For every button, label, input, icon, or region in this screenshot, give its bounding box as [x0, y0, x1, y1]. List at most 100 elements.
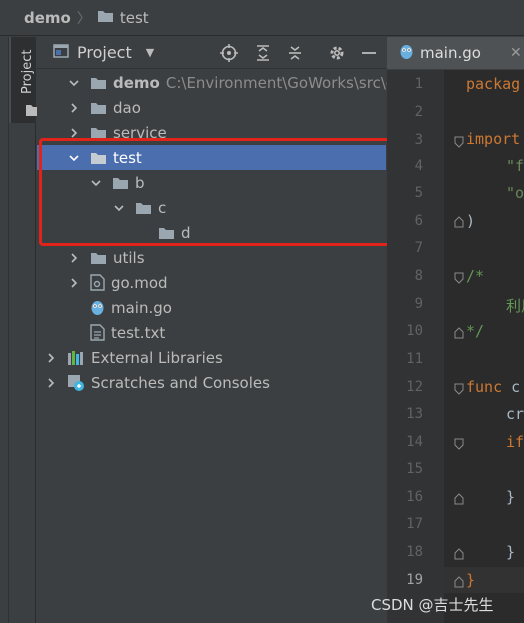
tree-item-scratches[interactable]: Scratches and Consoles [37, 370, 386, 395]
tree-root-demo[interactable]: demo C:\Environment\GoWorks\src\demo [37, 70, 428, 95]
fold-open-icon[interactable] [454, 133, 464, 152]
gear-icon[interactable] [327, 43, 347, 63]
code-line: } [466, 571, 476, 589]
locate-icon[interactable] [219, 43, 239, 63]
code-line: import [466, 130, 521, 148]
tree-item-label: External Libraries [91, 348, 223, 367]
line-number: 12 [406, 379, 423, 395]
tree-item-label: main.go [111, 298, 172, 317]
fold-close-icon[interactable] [454, 545, 464, 564]
chevron-right-icon[interactable] [68, 252, 80, 264]
fold-close-icon[interactable] [454, 324, 464, 343]
gopher-file-icon [90, 299, 105, 316]
library-icon [67, 350, 85, 366]
code-line: func c [466, 378, 520, 396]
chevron-down-icon[interactable] [90, 177, 102, 189]
tree-item-label: c [158, 198, 167, 217]
tree-item-c[interactable]: c [37, 195, 386, 220]
stripe-edge [0, 37, 9, 623]
watermark: CSDN @吉士先生 [371, 596, 494, 614]
line-number: 17 [406, 516, 423, 532]
text-file-icon [90, 324, 105, 341]
tree-item-utils[interactable]: utils [37, 245, 386, 270]
project-view-icon [53, 43, 69, 63]
code-line: packag [466, 75, 521, 93]
tree-item-label: test [113, 148, 142, 167]
line-number: 1 [414, 76, 423, 92]
tool-window-stripe: Project [0, 37, 40, 623]
code-identifier: c [511, 378, 521, 396]
tree-item-label: demo [113, 73, 160, 92]
tree-item-main-go[interactable]: main.go [37, 295, 386, 320]
close-icon[interactable]: ✕ [510, 45, 522, 61]
code-line: } [506, 543, 516, 561]
line-number: 14 [406, 434, 423, 450]
code-line: } [506, 488, 516, 506]
scratches-icon [67, 374, 85, 392]
line-number: 6 [414, 213, 423, 229]
tree-item-test[interactable]: test [37, 145, 386, 170]
fold-close-icon[interactable] [454, 573, 464, 592]
tree-item-label: test.txt [111, 323, 166, 342]
code-editor[interactable]: packag import "f "o ) /* 利用 */ func c cr… [444, 70, 524, 623]
chevron-right-icon[interactable] [45, 377, 57, 389]
gomod-file-icon [90, 274, 105, 291]
breadcrumb-folder-test[interactable]: test [120, 9, 149, 27]
code-line: */ [466, 322, 485, 340]
line-number: 18 [406, 544, 423, 560]
chevron-down-icon[interactable] [68, 77, 80, 89]
folder-icon [90, 126, 107, 140]
tree-item-external-libraries[interactable]: External Libraries [37, 345, 386, 370]
fold-close-icon[interactable] [454, 490, 464, 509]
chevron-down-icon[interactable] [113, 202, 125, 214]
tree-item-service[interactable]: service [37, 120, 386, 145]
tab-label: main.go [420, 44, 481, 62]
project-panel-title[interactable]: Project [77, 43, 132, 62]
code-line: "o [506, 184, 524, 202]
line-number: 7 [414, 240, 423, 256]
chevron-right-icon[interactable] [68, 127, 80, 139]
line-number: 9 [414, 296, 423, 312]
line-number: 19 [406, 572, 423, 588]
tree-item-test-txt[interactable]: test.txt [37, 320, 386, 345]
code-line: cr [506, 405, 524, 423]
collapse-all-icon[interactable] [285, 43, 305, 63]
code-line: 利用 [506, 297, 524, 315]
tree-item-b[interactable]: b [37, 170, 386, 195]
code-line: "f [506, 157, 524, 175]
tree-item-label: dao [113, 98, 141, 117]
line-number: 8 [414, 268, 423, 284]
tab-main-go[interactable]: main.go ✕ [387, 37, 524, 69]
folder-icon [97, 9, 114, 27]
tree-item-dao[interactable]: dao [37, 95, 386, 120]
tree-item-label: go.mod [111, 273, 168, 292]
folder-icon [90, 76, 107, 90]
project-tool-window-button[interactable]: Project [9, 37, 40, 123]
fold-open-icon[interactable] [454, 380, 464, 399]
project-tab-label: Project [20, 49, 35, 95]
tree-item-label: Scratches and Consoles [91, 373, 270, 392]
line-number: 3 [414, 132, 423, 148]
chevron-right-icon[interactable] [45, 352, 57, 364]
minimize-icon[interactable] [359, 43, 379, 63]
folder-icon [90, 251, 107, 265]
view-dropdown-icon[interactable]: ▼ [146, 46, 154, 59]
tree-item-d[interactable]: d [37, 220, 386, 245]
fold-close-icon[interactable] [454, 213, 464, 232]
fold-open-icon[interactable] [454, 435, 464, 454]
folder-icon [158, 226, 175, 240]
line-number-gutter: 1 2 3 4 5 6 7 8 9 10 11 12 13 14 15 16 1… [387, 70, 489, 623]
chevron-down-icon[interactable] [68, 152, 80, 164]
chevron-right-icon[interactable] [68, 277, 80, 289]
expand-all-icon[interactable] [253, 43, 273, 63]
tree-item-go-mod[interactable]: go.mod [37, 270, 386, 295]
fold-open-icon[interactable] [454, 269, 464, 288]
tree-item-label: service [113, 123, 167, 142]
line-number: 16 [406, 489, 423, 505]
breadcrumb-project[interactable]: demo [24, 9, 71, 27]
line-number: 5 [414, 185, 423, 201]
chevron-right-icon[interactable] [68, 102, 80, 114]
navigation-breadcrumb: demo 〉 test [0, 0, 524, 36]
line-number: 2 [414, 104, 423, 120]
folder-icon [112, 176, 129, 190]
